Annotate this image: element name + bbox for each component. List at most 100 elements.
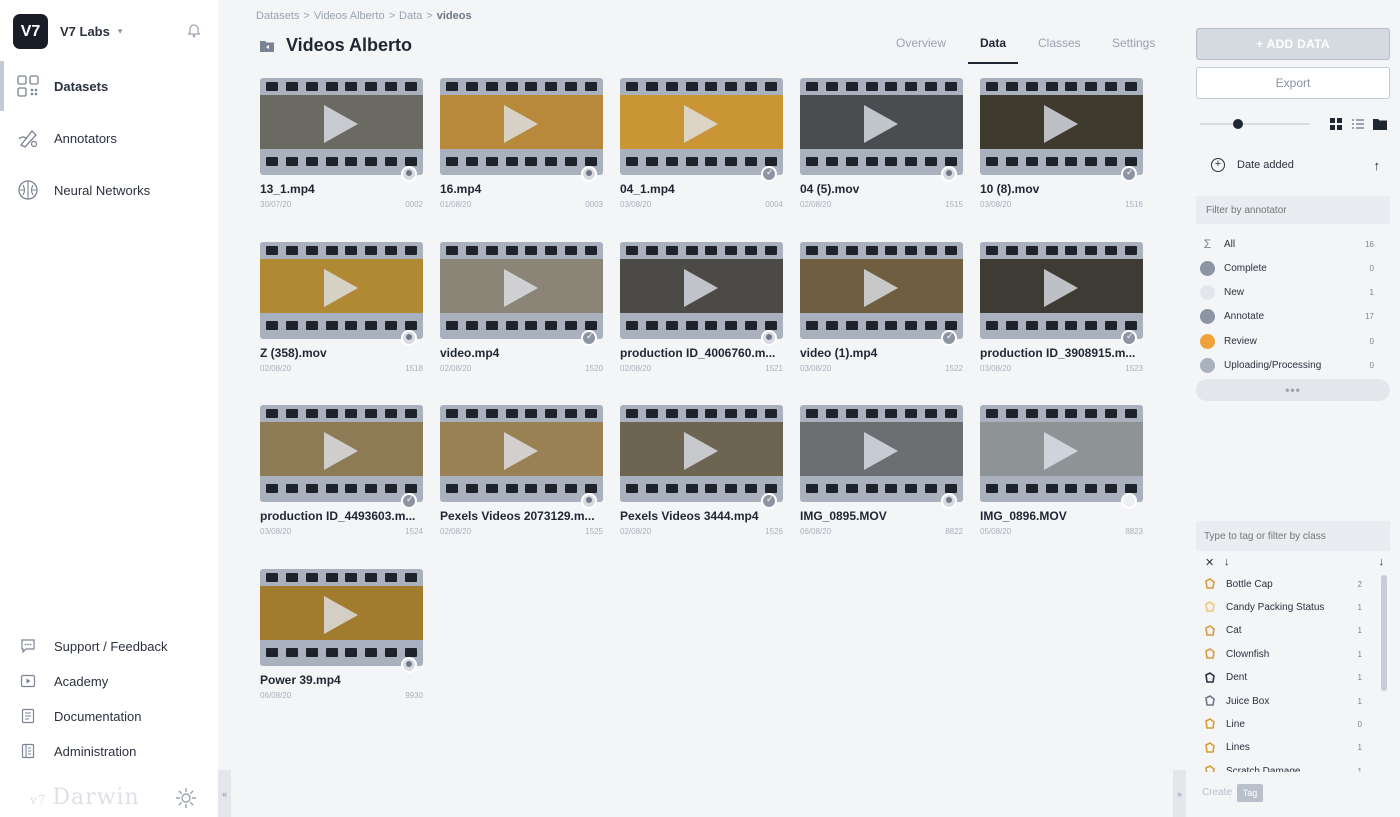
file-card[interactable]: production ID_3908915.m... 03/08/20 1523	[980, 241, 1143, 377]
sigma-icon: Σ	[1203, 236, 1212, 251]
sort-label[interactable]: Date added	[1237, 159, 1294, 171]
class-item[interactable]: Candy Packing Status 1	[1196, 597, 1376, 617]
sidebar-item-administration[interactable]: Administration	[0, 739, 218, 763]
class-item[interactable]: Line 0	[1196, 714, 1376, 734]
file-card[interactable]: Pexels Videos 2073129.m... 02/08/20 1525	[440, 405, 603, 540]
status-icon	[1121, 166, 1137, 182]
folder-back-icon[interactable]	[260, 40, 274, 52]
status-filter-all[interactable]: Σ All 16	[1196, 233, 1390, 255]
file-card[interactable]: video.mp4 02/08/20 1520	[440, 241, 603, 377]
video-thumbnail[interactable]	[800, 405, 963, 502]
breadcrumb-datasets[interactable]: Datasets	[256, 10, 299, 22]
grid-view-icon[interactable]	[1329, 117, 1343, 131]
breadcrumb-dataset[interactable]: Videos Alberto	[314, 10, 385, 22]
zoom-slider-handle[interactable]	[1233, 119, 1243, 129]
video-thumbnail[interactable]	[620, 241, 783, 339]
video-thumbnail[interactable]	[620, 405, 783, 502]
status-filter-complete[interactable]: Complete 0	[1196, 257, 1390, 279]
video-thumbnail[interactable]	[620, 78, 783, 175]
tab-overview[interactable]: Overview	[896, 36, 946, 62]
export-button[interactable]: Export	[1196, 67, 1390, 99]
file-card[interactable]: 04_1.mp4 03/08/20 0004	[620, 78, 783, 213]
add-data-button[interactable]: + ADD DATA	[1196, 28, 1390, 60]
video-thumbnail[interactable]	[440, 78, 603, 175]
file-card[interactable]: 16.mp4 01/08/20 0003	[440, 78, 603, 213]
file-card[interactable]: 04 (5).mov 02/08/20 1515	[800, 78, 963, 213]
sidebar-item-documentation[interactable]: Documentation	[0, 704, 218, 728]
folder-view-icon[interactable]	[1373, 117, 1387, 131]
polygon-icon	[1205, 695, 1215, 706]
class-item[interactable]: Lines 1	[1196, 738, 1376, 758]
file-card[interactable]: video (1).mp4 03/08/20 1522	[800, 241, 963, 377]
more-filters-button[interactable]: •••	[1196, 379, 1390, 401]
video-thumbnail[interactable]	[980, 241, 1143, 339]
bell-icon[interactable]	[186, 23, 202, 39]
play-icon	[324, 432, 358, 470]
status-filter-review[interactable]: Review 0	[1196, 330, 1390, 352]
team-switcher[interactable]: V7 V7 Labs ▾	[13, 14, 122, 49]
video-thumbnail[interactable]	[260, 241, 423, 339]
sidebar-item-neural-networks[interactable]: Neural Networks	[0, 165, 218, 215]
add-sort-icon[interactable]: +	[1211, 158, 1225, 172]
status-count: 17	[1365, 312, 1374, 322]
class-item[interactable]: Juice Box 1	[1196, 691, 1376, 711]
video-thumbnail[interactable]	[440, 405, 603, 502]
tab-classes[interactable]: Classes	[1038, 36, 1081, 62]
breadcrumb-data[interactable]: Data	[399, 10, 422, 22]
video-thumbnail[interactable]	[440, 241, 603, 339]
file-card[interactable]: production ID_4006760.m... 02/08/20 1521	[620, 241, 783, 377]
file-card[interactable]: production ID_4493603.m... 03/08/20 1524	[260, 405, 423, 540]
class-item[interactable]: Clownfish 1	[1196, 644, 1376, 664]
tab-data[interactable]: Data	[967, 36, 1019, 64]
video-thumbnail[interactable]	[260, 405, 423, 502]
class-item[interactable]: Dent 1	[1196, 668, 1376, 688]
video-thumbnail[interactable]	[980, 405, 1143, 502]
class-count: 1	[1357, 649, 1362, 659]
file-card[interactable]: Z (358).mov 02/08/20 1518	[260, 241, 423, 377]
status-filter-uploading-processing[interactable]: Uploading/Processing 0	[1196, 355, 1390, 377]
tab-settings[interactable]: Settings	[1112, 36, 1155, 62]
polygon-icon	[1205, 741, 1215, 753]
sidebar-item-support[interactable]: Support / Feedback	[0, 634, 218, 658]
list-view-icon[interactable]	[1351, 117, 1365, 131]
class-item[interactable]: Scratch Damage 1	[1196, 761, 1376, 772]
video-thumbnail[interactable]	[260, 78, 423, 175]
sidebar-item-academy[interactable]: Academy	[0, 669, 218, 693]
zoom-slider-track[interactable]	[1200, 123, 1310, 125]
arrow-down-icon[interactable]: ↓	[1224, 556, 1230, 568]
file-date: 02/08/20	[800, 200, 832, 209]
collapse-sidebar-button[interactable]: «	[218, 770, 231, 817]
file-card[interactable]: IMG_0896.MOV 05/08/20 8823	[980, 405, 1143, 540]
file-card[interactable]: Power 39.mp4 06/08/20 9930	[260, 568, 423, 704]
file-name: 16.mp4	[440, 182, 482, 196]
status-icon	[401, 329, 417, 346]
tag-filter-input[interactable]	[1196, 521, 1390, 551]
status-filter-new[interactable]: New 1	[1196, 282, 1390, 304]
sort-direction-icon[interactable]: ↑	[1374, 158, 1381, 173]
file-card[interactable]: Pexels Videos 3444.mp4 02/08/20 1526	[620, 405, 783, 540]
film-strip-top	[626, 409, 777, 418]
clear-icon[interactable]: ✕	[1205, 556, 1214, 569]
video-thumbnail[interactable]	[800, 241, 963, 339]
sidebar-item-datasets[interactable]: Datasets	[0, 61, 218, 111]
class-list-scrollbar[interactable]	[1381, 575, 1387, 691]
video-thumbnail[interactable]	[980, 78, 1143, 175]
class-item[interactable]: Cat 1	[1196, 621, 1376, 641]
status-label: New	[1224, 287, 1245, 299]
status-filter-annotate[interactable]: Annotate 17	[1196, 306, 1390, 328]
video-thumbnail[interactable]	[260, 568, 423, 666]
file-card[interactable]: IMG_0895.MOV 06/08/20 8822	[800, 405, 963, 540]
polygon-icon	[1205, 578, 1215, 589]
annotator-filter-input[interactable]	[1196, 196, 1390, 224]
sort-down-icon[interactable]: ↓	[1379, 556, 1385, 568]
video-thumbnail[interactable]	[800, 78, 963, 175]
file-card[interactable]: 10 (8).mov 03/08/20 1516	[980, 78, 1143, 213]
file-card[interactable]: 13_1.mp4 30/07/20 0002	[260, 78, 423, 213]
film-strip-bottom	[986, 484, 1137, 493]
collapse-panel-button[interactable]: »	[1173, 770, 1186, 817]
class-item[interactable]: Bottle Cap 2	[1196, 574, 1376, 594]
sidebar-item-annotators[interactable]: Annotators	[0, 113, 218, 163]
gear-icon[interactable]	[174, 786, 198, 810]
create-tag-button[interactable]: Tag	[1237, 784, 1263, 802]
sort-control[interactable]: + Date added ↑	[1196, 152, 1390, 178]
